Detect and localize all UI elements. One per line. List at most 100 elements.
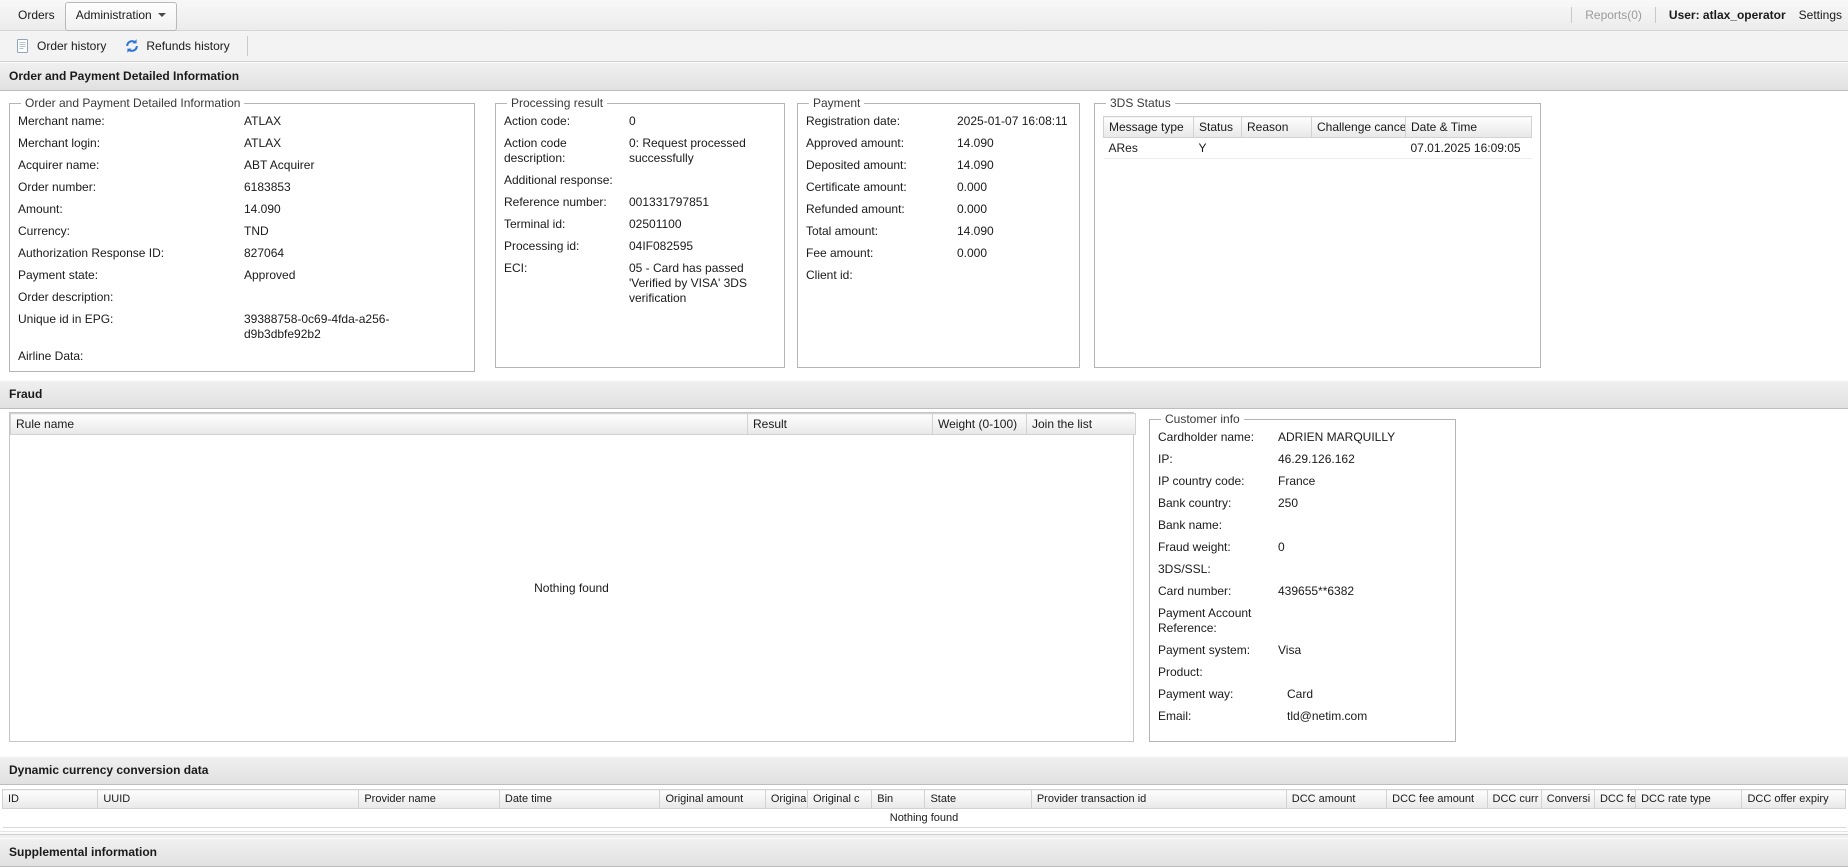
field-label: Order number: [18,180,244,195]
field-value: 05 - Card has passed 'Verified by VISA' … [629,261,776,306]
field-label: Unique id in EPG: [18,312,244,342]
field-value: 39388758-0c69-4fda-a256-d9b3dbfe92b2 [244,312,466,342]
order-details-legend: Order and Payment Detailed Information [21,96,244,110]
payment-fieldset: Payment Registration date:2025-01-07 16:… [797,96,1080,368]
column-header-dcc-fee[interactable]: DCC fee [1594,790,1635,809]
current-user-label: User: atlax_operator [1669,8,1786,22]
column-header-date-time[interactable]: Date & Time [1406,117,1532,138]
column-header-dcc-fee-amount[interactable]: DCC fee amount [1387,790,1487,809]
toolbar-separator [247,36,248,56]
field-value: 6183853 [244,180,466,195]
chevron-down-icon [158,13,166,17]
field-value [957,268,1071,283]
settings-link[interactable]: Settings [1799,8,1842,22]
order-history-button[interactable]: Order history [6,35,115,57]
payment-legend: Payment [809,96,864,110]
cell-reason [1242,138,1312,159]
column-header-provider-name[interactable]: Provider name [359,790,500,809]
refunds-history-button[interactable]: Refunds history [115,35,238,57]
column-header-bin[interactable]: Bin [872,790,925,809]
field-label: Bank country: [1158,496,1278,511]
tab-orders[interactable]: Orders [8,3,65,27]
column-header-rule-name[interactable]: Rule name [11,414,748,435]
column-header-status[interactable]: Status [1194,117,1242,138]
order-history-icon [15,38,31,54]
field-value: ADRIEN MARQUILLY [1278,430,1447,445]
refunds-history-label: Refunds history [146,39,229,53]
three-ds-row[interactable]: ARes Y 07.01.2025 16:09:05 [1104,138,1532,159]
field-value [244,349,466,364]
order-history-label: Order history [37,39,106,53]
column-header-id[interactable]: ID [3,790,98,809]
column-header-dcc-offer-expiry[interactable]: DCC offer expiry [1742,790,1846,809]
column-header-dcc-curr[interactable]: DCC curr [1487,790,1541,809]
three-ds-status-legend: 3DS Status [1106,96,1175,110]
field-label: Action code: [504,114,629,129]
menubar-separator [1571,7,1572,23]
cell-challenge-cancel [1312,138,1406,159]
field-value: 14.090 [957,224,1071,239]
column-header-original-f[interactable]: Original f [765,790,807,809]
column-header-join-the-list[interactable]: Join the list [1027,414,1136,435]
field-label: Payment state: [18,268,244,283]
column-header-original-c[interactable]: Original c [808,790,872,809]
fraud-table-header: Rule name Result Weight (0-100) Join the… [10,413,1136,435]
field-value: 0.000 [957,246,1071,261]
field-value: ATLAX [244,114,466,129]
field-label: Authorization Response ID: [18,246,244,261]
field-value [1278,562,1447,577]
column-header-state[interactable]: State [925,790,1031,809]
field-label: Total amount: [806,224,957,239]
field-label: Airline Data: [18,349,244,364]
field-value: 14.090 [957,136,1071,151]
three-ds-status-fieldset: 3DS Status Message type Status Reason Ch… [1094,96,1541,368]
column-header-dcc-rate-type[interactable]: DCC rate type [1636,790,1742,809]
field-label: Processing id: [504,239,629,254]
field-value: Approved [244,268,466,283]
field-value: 439655**6382 [1278,584,1447,599]
reports-link[interactable]: Reports(0) [1585,8,1642,22]
field-value: Visa [1278,643,1447,658]
field-value: Card [1278,687,1447,702]
field-label: 3DS/SSL: [1158,562,1278,577]
column-header-date-time[interactable]: Date time [499,790,660,809]
field-value: 001331797851 [629,195,776,210]
field-value: 0: Request processed successfully [629,136,776,166]
field-value: tld@netim.com [1278,709,1447,724]
field-label: Amount: [18,202,244,217]
field-value: TND [244,224,466,239]
tab-administration[interactable]: Administration [65,2,177,31]
field-value: 827064 [244,246,466,261]
column-header-message-type[interactable]: Message type [1104,117,1194,138]
column-header-dcc-amount[interactable]: DCC amount [1286,790,1386,809]
dcc-empty-text: Nothing found [3,809,1846,828]
toolbar: Order history Refunds history [0,31,1848,62]
field-value: 04IF082595 [629,239,776,254]
column-header-provider-transaction-id[interactable]: Provider transaction id [1031,790,1286,809]
field-value: 02501100 [629,217,776,232]
column-header-conversi[interactable]: Conversi [1541,790,1594,809]
field-label: Certificate amount: [806,180,957,195]
column-header-uuid[interactable]: UUID [98,790,359,809]
field-value: 2025-01-07 16:08:11 [957,114,1071,129]
column-header-result[interactable]: Result [748,414,933,435]
field-label: Merchant name: [18,114,244,129]
field-value: France [1278,474,1447,489]
fraud-empty-text: Nothing found [10,435,1133,741]
column-header-challenge-cancel[interactable]: Challenge cancel [1312,117,1406,138]
cell-date-time: 07.01.2025 16:09:05 [1406,138,1532,159]
field-value: 0.000 [957,202,1071,217]
processing-result-fieldset: Processing result Action code:0 Action c… [495,96,785,368]
field-value: 46.29.126.162 [1278,452,1447,467]
field-label: Card number: [1158,584,1278,599]
menubar-separator [1655,7,1656,23]
field-value [629,173,776,188]
column-header-weight[interactable]: Weight (0-100) [933,414,1027,435]
fraud-table: Rule name Result Weight (0-100) Join the… [9,412,1134,742]
column-header-reason[interactable]: Reason [1242,117,1312,138]
field-label: Email: [1158,709,1278,724]
field-label: Terminal id: [504,217,629,232]
column-header-original-amount[interactable]: Original amount [660,790,765,809]
field-value: ABT Acquirer [244,158,466,173]
field-value: ATLAX [244,136,466,151]
